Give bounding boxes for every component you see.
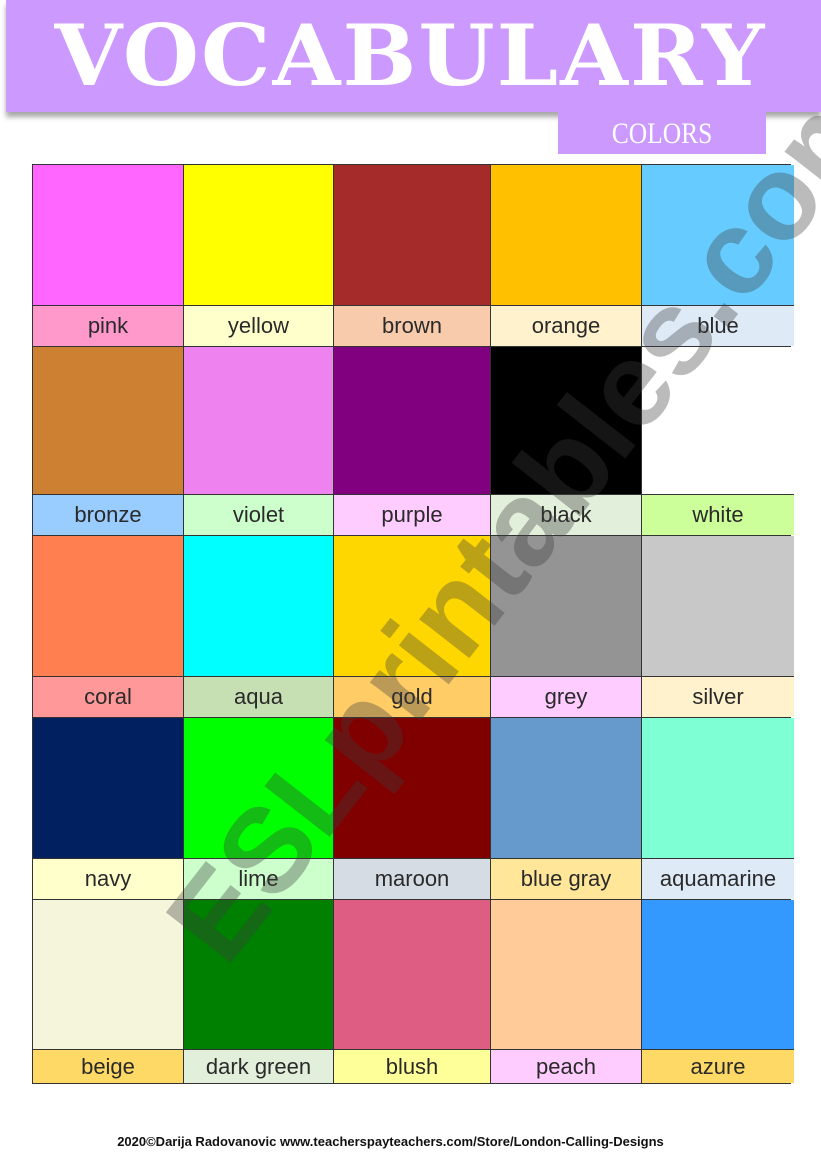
footer-credit: 2020©Darija Radovanovic www.teacherspayt… bbox=[117, 1134, 664, 1149]
color-label: purple bbox=[334, 494, 490, 535]
color-card: lime bbox=[184, 718, 333, 899]
color-label: navy bbox=[33, 858, 183, 899]
subtitle-banner: COLORS bbox=[558, 110, 766, 154]
color-swatch bbox=[33, 718, 183, 858]
color-swatch bbox=[334, 536, 490, 676]
color-card: purple bbox=[334, 347, 490, 535]
color-card: bronze bbox=[33, 347, 183, 535]
color-card: pink bbox=[33, 165, 183, 346]
color-label: orange bbox=[491, 305, 641, 346]
color-label: yellow bbox=[184, 305, 333, 346]
color-card: azure bbox=[642, 900, 794, 1083]
color-card: white bbox=[642, 347, 794, 535]
color-card: coral bbox=[33, 536, 183, 717]
color-swatch bbox=[491, 165, 641, 305]
color-label: grey bbox=[491, 676, 641, 717]
color-swatch bbox=[334, 165, 490, 305]
color-card: aquamarine bbox=[642, 718, 794, 899]
color-swatch bbox=[33, 900, 183, 1049]
color-label: beige bbox=[33, 1049, 183, 1083]
color-swatch bbox=[642, 900, 794, 1049]
color-label: maroon bbox=[334, 858, 490, 899]
color-card: blue bbox=[642, 165, 794, 346]
color-card: blush bbox=[334, 900, 490, 1083]
color-label: silver bbox=[642, 676, 794, 717]
color-label: blush bbox=[334, 1049, 490, 1083]
color-swatch bbox=[334, 347, 490, 494]
page-title: VOCABULARY bbox=[54, 6, 767, 105]
color-swatch bbox=[184, 718, 333, 858]
color-card: beige bbox=[33, 900, 183, 1083]
color-label: dark green bbox=[184, 1049, 333, 1083]
color-card: dark green bbox=[184, 900, 333, 1083]
color-card: gold bbox=[334, 536, 490, 717]
color-label: lime bbox=[184, 858, 333, 899]
color-swatch bbox=[642, 165, 794, 305]
color-swatch bbox=[33, 536, 183, 676]
color-swatch bbox=[184, 347, 333, 494]
color-card: orange bbox=[491, 165, 641, 346]
color-label: peach bbox=[491, 1049, 641, 1083]
color-swatch bbox=[33, 347, 183, 494]
color-card: peach bbox=[491, 900, 641, 1083]
page-subtitle: COLORS bbox=[611, 117, 713, 150]
color-label: bronze bbox=[33, 494, 183, 535]
color-label: pink bbox=[33, 305, 183, 346]
color-card: black bbox=[491, 347, 641, 535]
color-swatch bbox=[184, 900, 333, 1049]
color-card: blue gray bbox=[491, 718, 641, 899]
color-swatch bbox=[642, 536, 794, 676]
color-swatch bbox=[642, 718, 794, 858]
color-label: black bbox=[491, 494, 641, 535]
color-swatch bbox=[334, 718, 490, 858]
color-card: violet bbox=[184, 347, 333, 535]
color-label: gold bbox=[334, 676, 490, 717]
color-swatch bbox=[491, 900, 641, 1049]
color-swatch bbox=[491, 347, 641, 494]
color-swatch bbox=[642, 347, 794, 494]
color-label: brown bbox=[334, 305, 490, 346]
color-card: silver bbox=[642, 536, 794, 717]
color-swatch bbox=[491, 718, 641, 858]
color-card: yellow bbox=[184, 165, 333, 346]
color-swatch bbox=[491, 536, 641, 676]
color-swatch bbox=[334, 900, 490, 1049]
color-card: navy bbox=[33, 718, 183, 899]
color-label: white bbox=[642, 494, 794, 535]
color-label: blue gray bbox=[491, 858, 641, 899]
color-label: violet bbox=[184, 494, 333, 535]
color-grid: pink yellow brown orange blue bronze violet pur… bbox=[32, 164, 794, 1084]
color-card: aqua bbox=[184, 536, 333, 717]
color-swatch bbox=[184, 536, 333, 676]
color-label: coral bbox=[33, 676, 183, 717]
color-card: maroon bbox=[334, 718, 490, 899]
color-label: aqua bbox=[184, 676, 333, 717]
color-label: azure bbox=[642, 1049, 794, 1083]
color-swatch bbox=[33, 165, 183, 305]
color-card: grey bbox=[491, 536, 641, 717]
color-card: brown bbox=[334, 165, 490, 346]
color-label: blue bbox=[642, 305, 794, 346]
color-label: aquamarine bbox=[642, 858, 794, 899]
color-swatch bbox=[184, 165, 333, 305]
